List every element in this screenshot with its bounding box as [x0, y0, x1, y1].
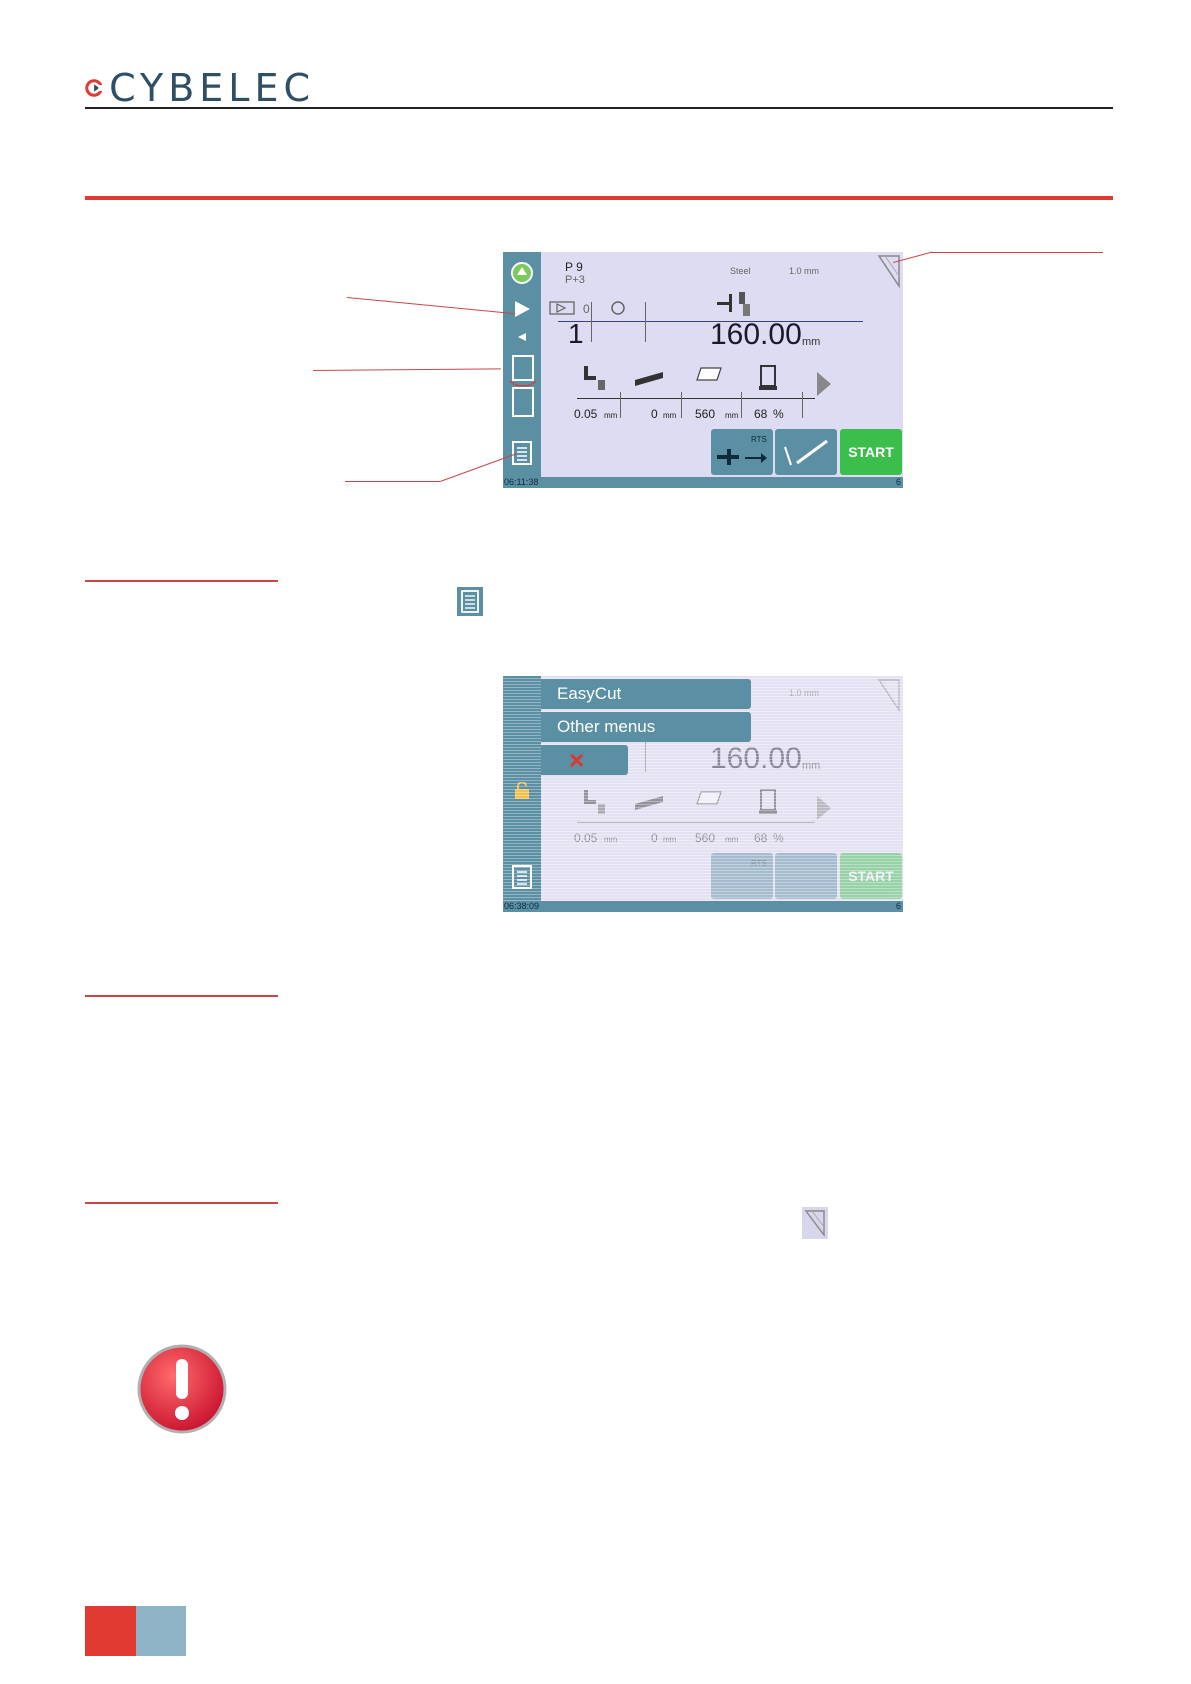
menu-close-button[interactable]: ×: [541, 745, 628, 775]
divider-v1: [591, 302, 592, 342]
side-bar-2: [503, 676, 541, 912]
brand-name: CYBELEC: [109, 66, 315, 110]
param-div-1: [620, 392, 621, 418]
program-number: P 9: [565, 260, 583, 274]
backgauge-icon: [717, 449, 767, 465]
back-arrow-icon[interactable]: [517, 332, 527, 342]
callout-cycle: [313, 368, 502, 371]
logo-c-icon: [85, 79, 104, 97]
param-value-2[interactable]: 0: [651, 407, 658, 421]
divider-v2: [645, 302, 646, 342]
divider-params-2: [577, 822, 815, 823]
play-icon[interactable]: [513, 300, 531, 318]
step-icon: [549, 301, 575, 315]
rts-label: RTS: [751, 435, 767, 444]
side-bar: [503, 252, 541, 488]
start-button-2: START: [840, 853, 902, 899]
param2-unit-1: mm: [604, 835, 618, 844]
program-sub: P+3: [565, 274, 585, 286]
section-rule: [85, 196, 1113, 200]
list-icon-inline: [457, 587, 483, 616]
material-label: Steel: [730, 266, 751, 276]
main-screen-figure: P 9 P+3 Steel 1.0 mm 0 1 160.00 mm 0.05 …: [503, 252, 903, 488]
thickness-label-2: 1.0 mm: [789, 688, 820, 698]
divider-params: [577, 398, 815, 399]
param2-unit-3: mm: [725, 835, 739, 844]
callout-corner: [930, 252, 1103, 253]
sheet-length-icon-2: [696, 791, 722, 805]
param-div-3: [741, 392, 742, 418]
sheet-length-icon: [696, 367, 722, 381]
tool-corner-icon[interactable]: [877, 254, 901, 288]
count-value: 1: [568, 318, 584, 349]
param-value-1[interactable]: 0.05: [574, 407, 597, 421]
bend-sequence-button[interactable]: [775, 429, 837, 475]
brand-logo: CYBELEC: [85, 66, 315, 110]
menu-item-other-menus[interactable]: Other menus: [541, 712, 751, 742]
punch-icon: [584, 366, 605, 390]
bend-line-icon: [784, 439, 828, 466]
footer-red-block: [85, 1606, 136, 1656]
bend-sequence-button-2: [775, 853, 837, 899]
tool-corner-icon-2: [877, 679, 900, 712]
callout-play: [346, 297, 516, 315]
corner-digit: 6: [895, 477, 901, 487]
next-arrow-icon-2: [817, 796, 831, 820]
list-icon-2[interactable]: [512, 865, 532, 889]
footer-blue-block: [136, 1606, 186, 1656]
divider-v2-2: [645, 742, 646, 772]
status-bar-2: 06:38:09 6: [503, 901, 903, 912]
close-icon: ×: [569, 745, 585, 775]
punch-icon-2: [584, 790, 605, 814]
param-unit-3: mm: [725, 411, 739, 420]
param2-value-2: 0: [651, 831, 658, 845]
x-unit-2: mm: [802, 760, 821, 772]
x-value-2: 160.00: [710, 742, 802, 775]
section-divider-1: [85, 580, 278, 582]
status-bar: 06:11:38 6: [503, 477, 903, 488]
x-unit: mm: [802, 336, 821, 348]
param2-unit-2: mm: [663, 835, 677, 844]
start-button[interactable]: START: [840, 429, 902, 475]
x-axis-icon: [717, 292, 750, 316]
param-value-4[interactable]: 68: [754, 407, 767, 421]
section-divider-2: [85, 995, 278, 997]
rts-button[interactable]: RTS: [711, 429, 773, 475]
param-div-4: [802, 392, 803, 418]
section-divider-3: [85, 1202, 278, 1204]
lock-icon[interactable]: [514, 782, 530, 800]
sheet-angle-icon-2: [635, 796, 663, 810]
rts-label-2: RTS: [751, 859, 767, 868]
counter-small: 0: [583, 302, 590, 316]
param-div-2: [681, 392, 682, 418]
param2-value-3: 560: [695, 831, 716, 845]
param2-value-1: 0.05: [574, 831, 598, 845]
repeat-icon: [611, 301, 625, 315]
clock-2: 06:38:09: [504, 901, 540, 911]
param-unit-1: mm: [604, 411, 618, 420]
corner-digit-2: 6: [895, 901, 901, 911]
param-unit-4: %: [773, 407, 784, 421]
pressure-icon: [759, 365, 777, 390]
cycle-frame-icon[interactable]: [510, 352, 536, 422]
clock: 06:11:38: [504, 477, 539, 487]
sheet-angle-icon: [635, 372, 663, 386]
tool-corner-icon-inline: [802, 1207, 828, 1239]
param-value-3[interactable]: 560: [695, 407, 715, 421]
thickness-label: 1.0 mm: [789, 266, 820, 276]
menu-screen-figure: 1.0 mm 160.00 mm 0.05 mm 0 mm 560 mm 68 …: [503, 676, 903, 912]
home-icon[interactable]: [510, 261, 534, 285]
pressure-icon-2: [759, 789, 777, 814]
next-arrow-icon[interactable]: [815, 370, 833, 398]
callout-list: [345, 481, 440, 482]
warning-icon: [137, 1344, 227, 1434]
param2-value-4: 68: [754, 831, 768, 845]
param-unit-2: mm: [663, 411, 677, 420]
rts-button-2: RTS: [711, 853, 773, 899]
header-rule: [85, 107, 1113, 109]
x-value[interactable]: 160.00: [710, 318, 802, 352]
menu-item-easycut[interactable]: EasyCut: [541, 679, 751, 709]
param2-unit-4: %: [773, 831, 784, 845]
